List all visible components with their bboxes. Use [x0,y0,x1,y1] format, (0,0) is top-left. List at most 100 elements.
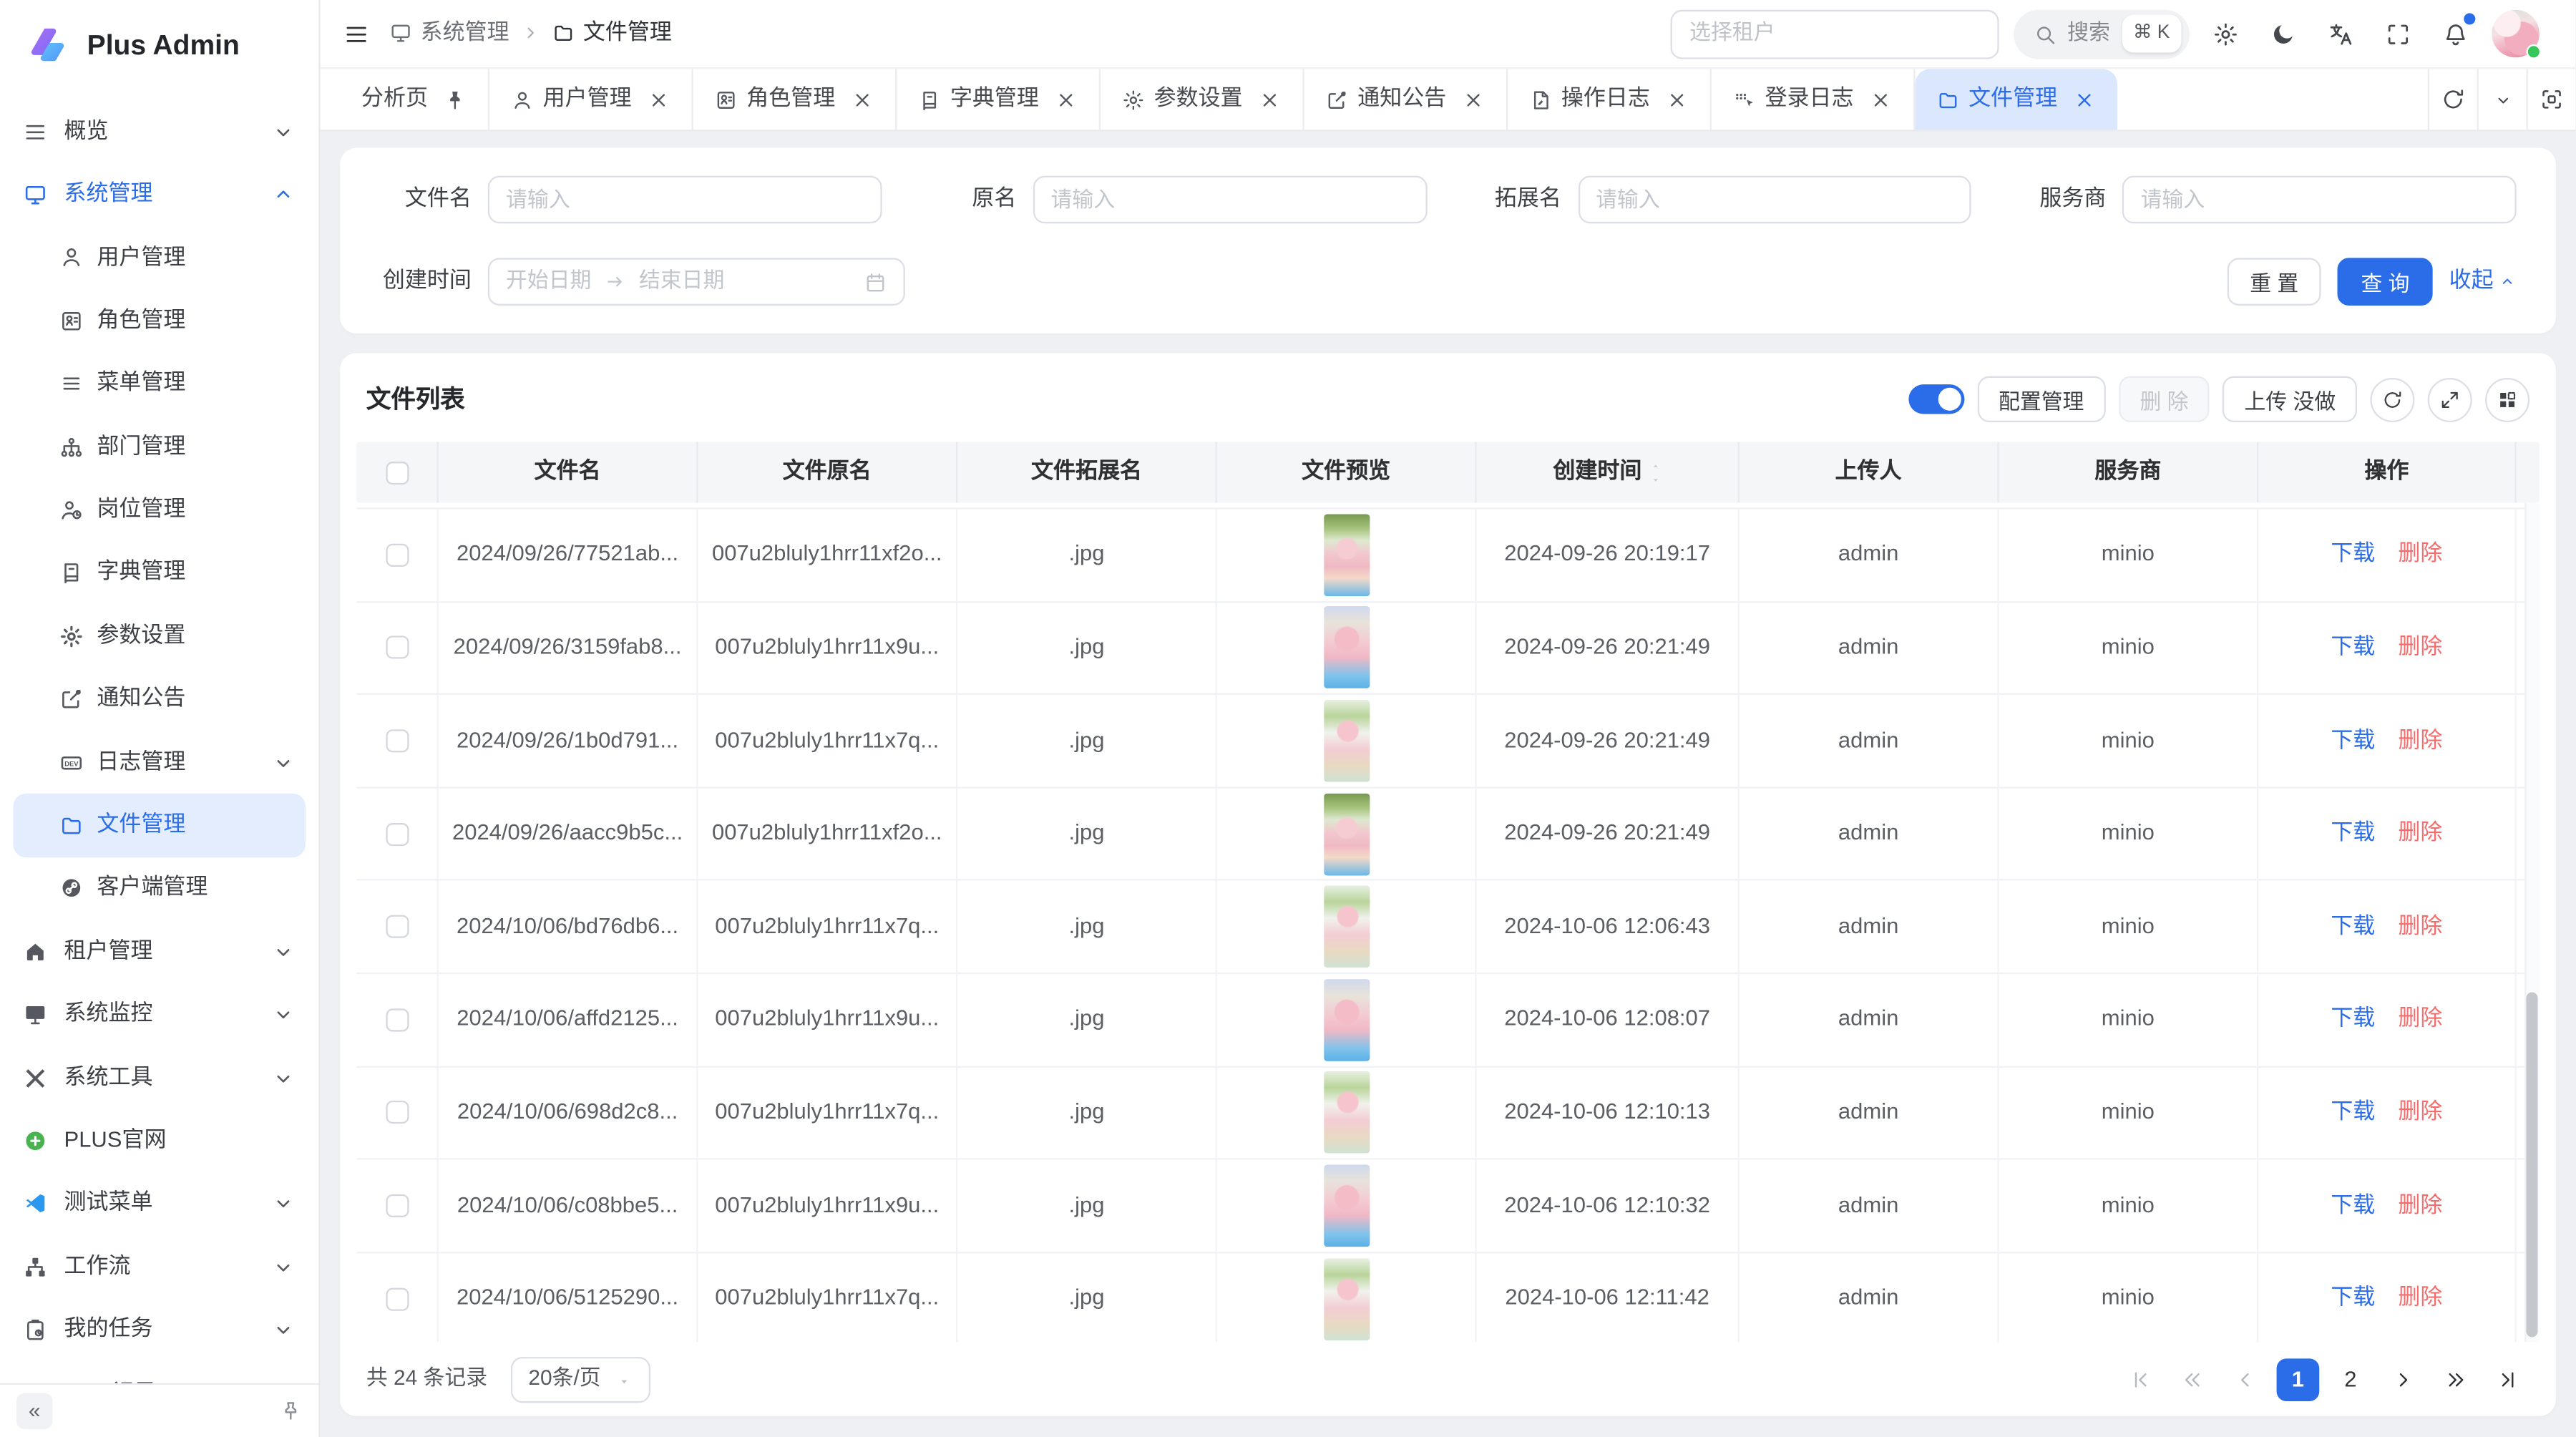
sidebar-item[interactable]: 系统工具 [0,1046,318,1109]
sidebar-item[interactable]: 测试菜单 [0,1172,318,1235]
delete-link[interactable]: 删除 [2398,911,2442,942]
download-link[interactable]: 下载 [2331,1190,2375,1221]
tab-close-icon[interactable] [1664,88,1687,111]
file-preview-thumbnail[interactable] [1323,1164,1369,1247]
tab-close-icon[interactable] [1054,88,1077,111]
page-size-select[interactable]: 20条/页 [510,1356,650,1402]
sidebar-pin-button[interactable] [279,1400,302,1423]
delete-link[interactable]: 删除 [2398,1190,2442,1221]
row-checkbox[interactable] [385,1008,408,1031]
user-avatar[interactable] [2492,10,2540,58]
stripe-toggle[interactable] [1908,384,1964,414]
row-checkbox[interactable] [385,543,408,566]
last-page-button[interactable] [2487,1358,2529,1401]
date-range-picker[interactable]: 开始日期 结束日期 [488,258,905,306]
download-link[interactable]: 下载 [2331,911,2375,942]
filter-field-input[interactable] [1578,176,1971,224]
tab[interactable]: 参数设置 [1100,69,1304,130]
sidebar-item[interactable]: 工作流 [0,1235,318,1298]
download-link[interactable]: 下载 [2331,540,2375,570]
config-manage-button[interactable]: 配置管理 [1977,376,2105,422]
content-fullscreen-button[interactable] [2526,69,2575,130]
download-link[interactable]: 下载 [2331,633,2375,663]
filter-field-input[interactable] [488,176,882,224]
tenant-select[interactable]: 选择租户 [1670,9,1999,59]
row-checkbox[interactable] [385,1194,408,1217]
sidebar-subitem[interactable]: 参数设置 [0,605,318,668]
settings-button[interactable] [2205,12,2248,55]
sidebar-item[interactable]: 系统管理 [0,163,318,226]
row-checkbox[interactable] [385,729,408,752]
delete-link[interactable]: 删除 [2398,540,2442,570]
breadcrumb-parent[interactable]: 系统管理 [389,18,509,49]
language-button[interactable] [2319,12,2362,55]
tab[interactable]: 登录日志 [1711,69,1915,130]
tab-close-icon[interactable] [1461,88,1484,111]
expand-table-button[interactable] [2428,377,2472,422]
column-header[interactable]: 服务商 [1999,442,2259,502]
file-preview-thumbnail[interactable] [1323,607,1369,689]
file-preview-thumbnail[interactable] [1323,1071,1369,1154]
row-checkbox[interactable] [385,1287,408,1310]
jump-back-button[interactable] [2172,1358,2215,1401]
prev-page-button[interactable] [2224,1358,2267,1401]
file-preview-thumbnail[interactable] [1323,979,1369,1061]
refresh-table-button[interactable] [2370,377,2414,422]
column-header[interactable]: 上传人 [1740,442,1999,502]
sidebar-item[interactable]: 概览 [0,100,318,163]
delete-link[interactable]: 删除 [2398,818,2442,849]
dark-mode-button[interactable] [2262,12,2305,55]
reset-button[interactable]: 重 置 [2227,258,2321,306]
sidebar-subitem[interactable]: 字典管理 [0,542,318,605]
notifications-button[interactable] [2434,12,2477,55]
column-header[interactable]: 文件名 [439,442,698,502]
delete-link[interactable]: 删除 [2398,1283,2442,1314]
search-button[interactable]: 查 询 [2338,258,2432,306]
first-page-button[interactable] [2119,1358,2162,1401]
download-link[interactable]: 下载 [2331,726,2375,756]
sort-icon[interactable] [1649,461,1662,484]
sidebar-item[interactable]: 我的任务 [0,1298,318,1361]
sidebar-item[interactable]: 租户管理 [0,920,318,983]
column-header[interactable]: 文件拓展名 [957,442,1217,502]
row-checkbox[interactable] [385,915,408,938]
download-link[interactable]: 下载 [2331,1004,2375,1035]
tab[interactable]: 分析页 [340,69,489,130]
sidebar-subitem[interactable]: 角色管理 [0,289,318,352]
delete-link[interactable]: 删除 [2398,726,2442,756]
global-search[interactable]: 搜索 ⌘ K [2013,9,2190,59]
column-header[interactable]: 操作 [2258,442,2516,502]
table-scrollbar-track[interactable] [2524,502,2540,1342]
column-header[interactable]: 文件预览 [1217,442,1477,502]
tab[interactable]: 操作日志 [1507,69,1711,130]
row-checkbox[interactable] [385,1101,408,1124]
collapse-filter-link[interactable]: 收起 [2449,266,2517,297]
sidebar-subitem[interactable]: 通知公告 [0,668,318,731]
select-all-checkbox[interactable] [385,461,408,484]
download-link[interactable]: 下载 [2331,1283,2375,1314]
delete-link[interactable]: 删除 [2398,1097,2442,1128]
download-link[interactable]: 下载 [2331,1097,2375,1128]
row-checkbox[interactable] [385,822,408,845]
file-preview-thumbnail[interactable] [1323,700,1369,782]
sidebar-subitem[interactable]: 部门管理 [0,416,318,479]
menu-toggle-icon[interactable] [343,21,370,47]
breadcrumb-current[interactable]: 文件管理 [552,18,672,49]
pin-icon[interactable] [443,88,466,111]
sidebar-subitem[interactable]: 岗位管理 [0,479,318,542]
sidebar-subitem[interactable]: 日志管理 [0,731,318,794]
filter-field-input[interactable] [1033,176,1426,224]
tab[interactable]: 通知公告 [1303,69,1507,130]
tab-close-icon[interactable] [646,88,669,111]
column-header[interactable]: 文件原名 [698,442,958,502]
delete-link[interactable]: 删除 [2398,1004,2442,1035]
tab-close-icon[interactable] [2072,88,2095,111]
file-preview-thumbnail[interactable] [1323,1257,1369,1340]
tab-menu-button[interactable] [2477,69,2527,130]
tab[interactable]: 用户管理 [489,69,693,130]
sidebar-subitem[interactable]: 用户管理 [0,226,318,289]
delete-link[interactable]: 删除 [2398,633,2442,663]
sidebar-subitem[interactable]: 菜单管理 [0,353,318,416]
upload-button[interactable]: 上传 没做 [2223,376,2357,422]
tab[interactable]: 角色管理 [693,69,897,130]
